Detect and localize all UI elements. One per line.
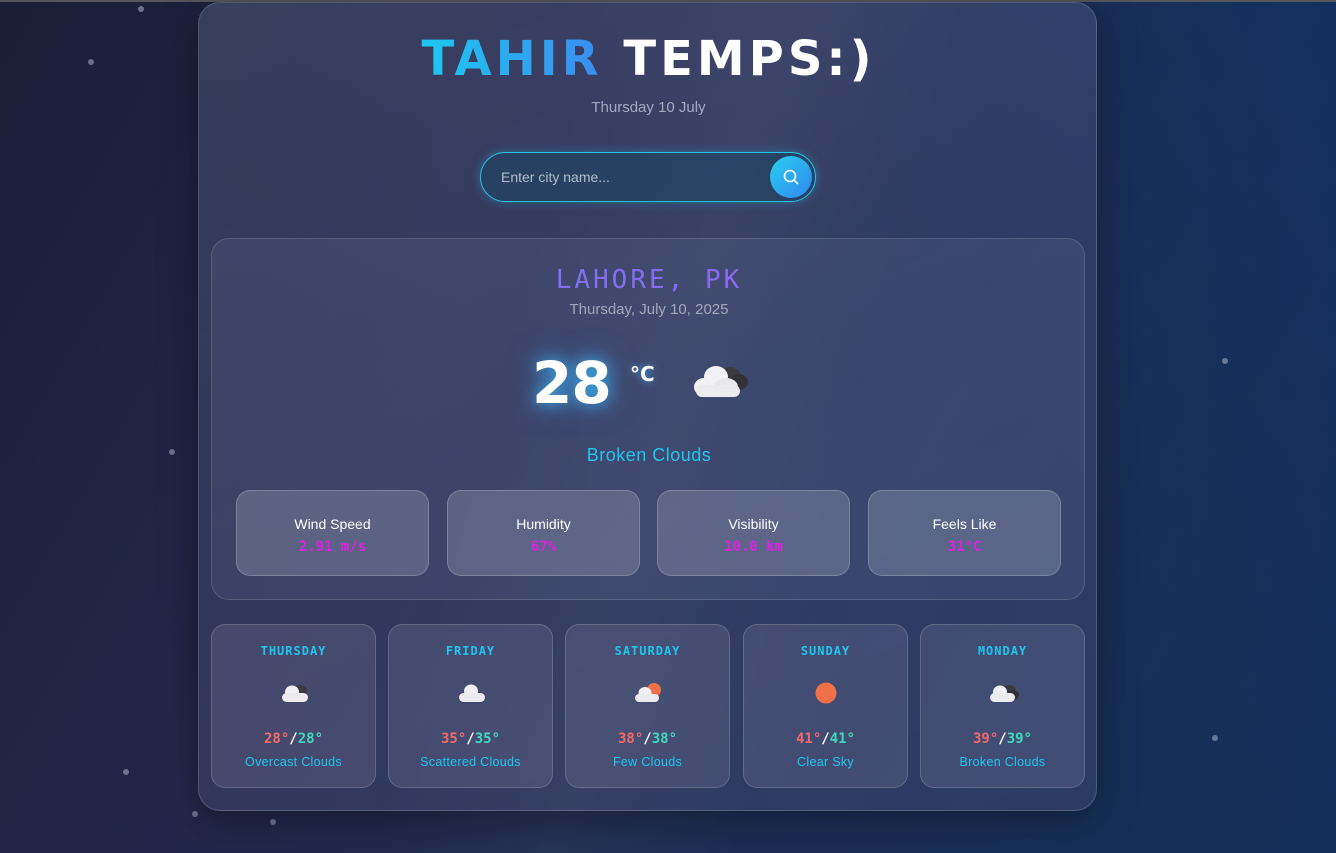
current-temperature: 28 bbox=[532, 349, 612, 417]
stat-wind-speed: Wind Speed 2.91 m/s bbox=[236, 490, 429, 576]
overcast-clouds-icon bbox=[282, 685, 308, 702]
forecast-day-name: MONDAY bbox=[977, 644, 1028, 658]
stat-value: 2.91 m/s bbox=[298, 539, 367, 555]
background-star bbox=[123, 769, 129, 775]
stat-label: Wind Speed bbox=[294, 516, 371, 532]
forecast-separator: / bbox=[998, 731, 1007, 747]
forecast-description: Broken Clouds bbox=[959, 755, 1046, 769]
stat-label: Feels Like bbox=[932, 516, 997, 532]
weather-description: Broken Clouds bbox=[586, 445, 712, 465]
forecast-temps: 41°/41° bbox=[744, 731, 907, 747]
current-date: Thursday, July 10, 2025 bbox=[569, 301, 729, 318]
forecast-low: 41° bbox=[829, 731, 856, 747]
search-button[interactable] bbox=[770, 156, 812, 198]
forecast-temps: 28°/28° bbox=[212, 731, 375, 747]
forecast-day-friday: FRIDAY 35°/35° Scattered Clouds bbox=[388, 624, 553, 788]
app-title-part1: TAHIR bbox=[421, 31, 603, 87]
forecast-high: 39° bbox=[972, 731, 999, 747]
forecast-description: Overcast Clouds bbox=[245, 755, 342, 769]
stat-value: 10.0 km bbox=[723, 539, 783, 555]
background-star bbox=[1212, 735, 1218, 741]
forecast-day-name: FRIDAY bbox=[445, 644, 496, 658]
forecast-low: 39° bbox=[1006, 731, 1033, 747]
background-star bbox=[1222, 358, 1228, 364]
forecast-day-sunday: SUNDAY 41°/41° Clear Sky bbox=[743, 624, 908, 788]
app-title: TAHIR TEMPS:) bbox=[199, 31, 1098, 87]
forecast-day-thursday: THURSDAY 28°/28° Overcast Clouds bbox=[211, 624, 376, 788]
background-star bbox=[270, 819, 276, 825]
forecast-day-name: THURSDAY bbox=[260, 644, 327, 658]
stat-feels-like: Feels Like 31°C bbox=[868, 490, 1061, 576]
stat-label: Humidity bbox=[516, 516, 571, 532]
forecast-temps: 35°/35° bbox=[389, 731, 552, 747]
stat-label: Visibility bbox=[728, 516, 779, 532]
forecast-high: 28° bbox=[263, 731, 290, 747]
forecast-description: Scattered Clouds bbox=[420, 755, 521, 769]
forecast-low: 35° bbox=[474, 731, 501, 747]
stat-value: 67% bbox=[530, 539, 557, 555]
forecast-low: 38° bbox=[651, 731, 678, 747]
temperature-unit: °C bbox=[630, 362, 655, 386]
stat-humidity: Humidity 67% bbox=[447, 490, 640, 576]
background-star bbox=[88, 59, 94, 65]
search-icon bbox=[783, 169, 799, 185]
background-star bbox=[169, 449, 175, 455]
forecast-high: 41° bbox=[795, 731, 822, 747]
clear-sky-icon bbox=[815, 682, 837, 704]
forecast-temps: 38°/38° bbox=[566, 731, 729, 747]
few-clouds-icon bbox=[635, 683, 661, 702]
current-weather-panel: LAHORE, PK Thursday, July 10, 2025 28 °C… bbox=[211, 238, 1085, 600]
forecast-low: 28° bbox=[297, 731, 324, 747]
forecast-separator: / bbox=[643, 731, 652, 747]
broken-clouds-icon bbox=[990, 685, 1019, 702]
weather-card: TAHIR TEMPS:) Thursday 10 July LAHORE, P… bbox=[198, 2, 1097, 811]
forecast-day-name: SATURDAY bbox=[614, 644, 681, 658]
forecast-separator: / bbox=[821, 731, 830, 747]
forecast-temps: 39°/39° bbox=[921, 731, 1084, 747]
background-star bbox=[138, 6, 144, 12]
forecast-separator: / bbox=[466, 731, 475, 747]
forecast-day-monday: MONDAY 39°/39° Broken Clouds bbox=[920, 624, 1085, 788]
header-date: Thursday 10 July bbox=[591, 99, 706, 116]
scattered-clouds-icon bbox=[459, 684, 485, 702]
forecast-description: Clear Sky bbox=[797, 755, 854, 769]
app-title-part2: TEMPS:) bbox=[623, 31, 876, 87]
search-bar bbox=[480, 152, 816, 202]
forecast-high: 35° bbox=[440, 731, 467, 747]
forecast-high: 38° bbox=[617, 731, 644, 747]
broken-clouds-icon bbox=[694, 366, 748, 397]
forecast-separator: / bbox=[289, 731, 298, 747]
forecast-day-saturday: SATURDAY 38°/38° Few Clouds bbox=[565, 624, 730, 788]
city-search-input[interactable] bbox=[501, 153, 761, 201]
stat-visibility: Visibility 10.0 km bbox=[657, 490, 850, 576]
forecast-description: Few Clouds bbox=[613, 755, 682, 769]
stat-value: 31°C bbox=[947, 539, 982, 555]
city-name: LAHORE, PK bbox=[212, 265, 1086, 295]
forecast-day-name: SUNDAY bbox=[800, 644, 851, 658]
background-star bbox=[192, 811, 198, 817]
